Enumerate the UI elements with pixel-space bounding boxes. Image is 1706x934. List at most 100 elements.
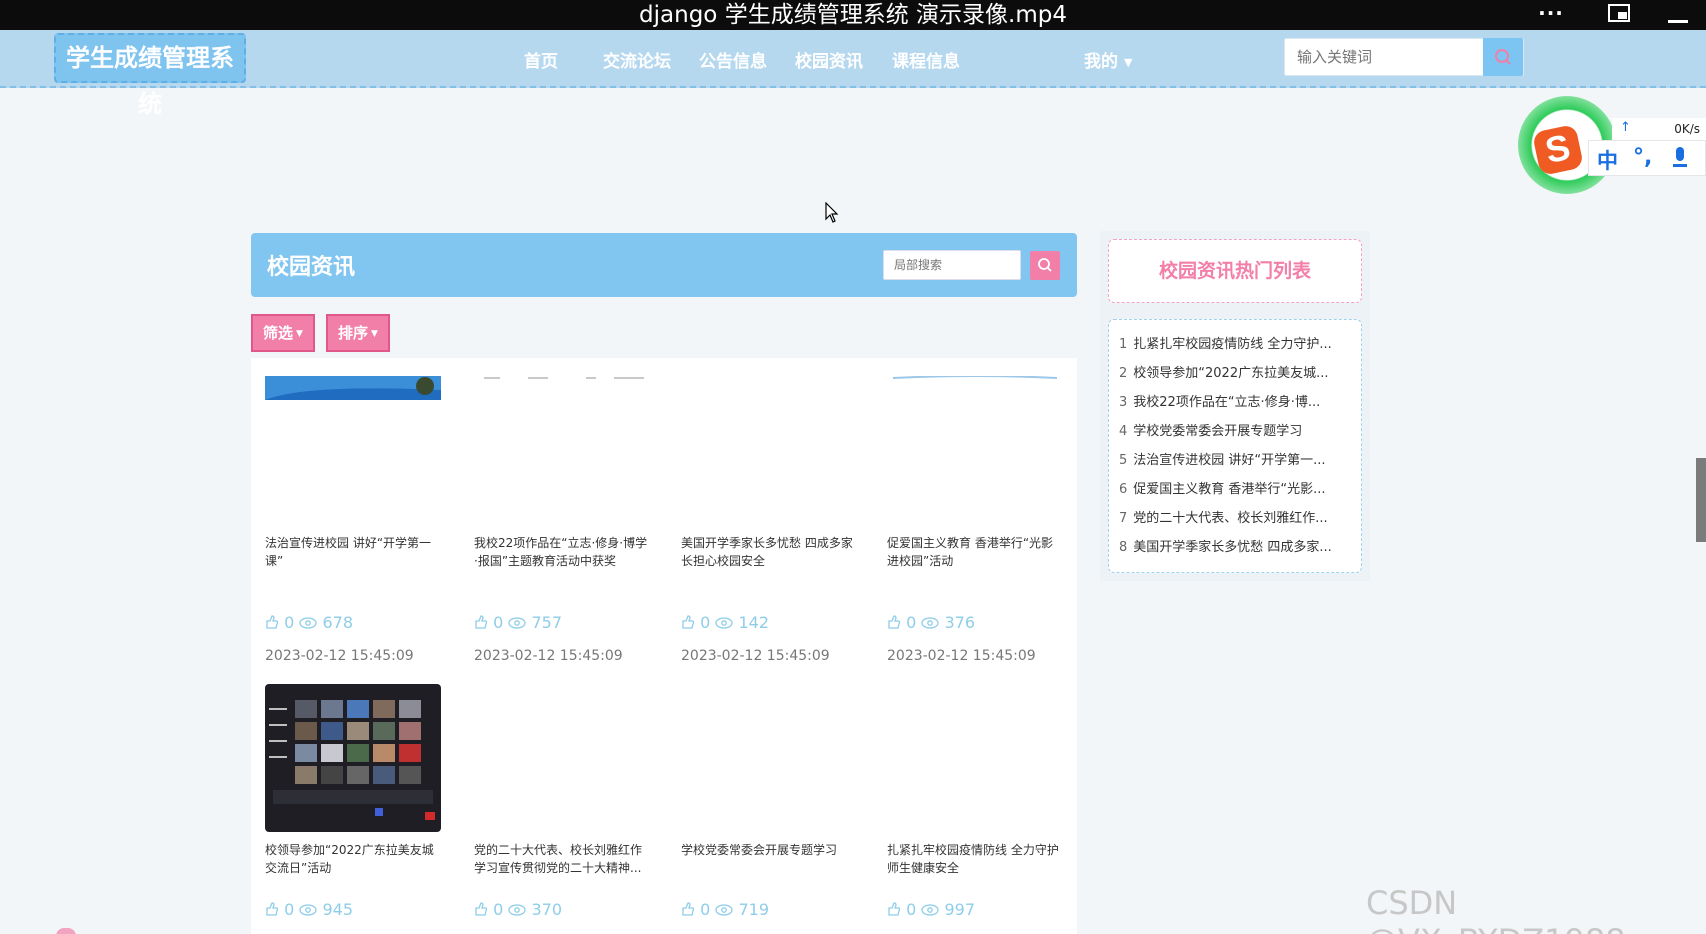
hot-list-item[interactable]: 2 校领导参加“2022广东拉美友城...	[1119, 359, 1351, 388]
eye-icon	[715, 902, 734, 921]
thumbs-up-icon[interactable]	[887, 614, 901, 634]
view-count: 757	[531, 613, 563, 632]
news-thumbnail[interactable]	[887, 684, 1063, 832]
nav-announcements[interactable]: 公告信息	[699, 47, 767, 72]
hot-item-text: 党的二十大代表、校长刘雅红作...	[1133, 511, 1328, 526]
view-count: 945	[322, 900, 354, 919]
view-count: 370	[531, 900, 563, 919]
floating-tab-edge[interactable]	[56, 928, 76, 934]
thumbs-up-icon[interactable]	[681, 614, 695, 634]
hot-list-item[interactable]: 7 党的二十大代表、校长刘雅红作...	[1119, 504, 1351, 533]
eye-icon	[508, 902, 527, 921]
news-title[interactable]: 美国开学季家长多忧愁 四成多家长担心校园安全	[681, 534, 857, 570]
nav-search-input[interactable]	[1285, 39, 1483, 75]
network-speed-value: 0K/s	[1674, 122, 1700, 136]
news-thumbnail[interactable]	[474, 684, 650, 832]
news-thumbnail[interactable]	[265, 376, 441, 516]
news-stats: 0 376	[887, 613, 975, 634]
hot-list-item[interactable]: 6 促爱国主义教育 香港举行“光影...	[1119, 475, 1351, 504]
hot-item-number: 3	[1119, 395, 1128, 410]
news-thumbnail[interactable]	[265, 684, 441, 832]
video-player-titlebar: django 学生成绩管理系统 演示录像.mp4 ···	[0, 0, 1706, 30]
news-title[interactable]: 党的二十大代表、校长刘雅红作学习宣传贯彻党的二十大精神...	[474, 841, 650, 877]
hot-item-text: 学校党委常委会开展专题学习	[1133, 424, 1303, 439]
eye-icon	[921, 615, 940, 634]
eye-icon	[715, 615, 734, 634]
hot-list-item[interactable]: 5 法治宣传进校园 讲好“开学第一...	[1119, 446, 1351, 475]
news-date: 2023-02-12 15:45:09	[474, 648, 623, 664]
news-grid: 法治宣传进校园 讲好“开学第一课” 0 678 2023-02-12 15:45…	[251, 358, 1077, 934]
nav-search-button[interactable]	[1483, 38, 1523, 76]
local-search-input[interactable]	[884, 251, 1020, 279]
thumbs-up-icon[interactable]	[474, 614, 488, 634]
news-thumbnail[interactable]	[887, 376, 1063, 516]
news-title[interactable]: 法治宣传进校园 讲好“开学第一课”	[265, 534, 441, 570]
news-thumbnail[interactable]	[681, 684, 857, 832]
local-search-button[interactable]	[1030, 251, 1060, 280]
hot-item-text: 促爱国主义教育 香港举行“光影...	[1133, 482, 1326, 497]
like-count: 0	[493, 900, 504, 919]
nav-mine-label: 我的	[1084, 52, 1118, 72]
hot-list-item[interactable]: 1 扎紧扎牢校园疫情防线 全力守护...	[1119, 330, 1351, 359]
nav-search-box	[1284, 38, 1524, 76]
eye-icon	[921, 902, 940, 921]
news-stats: 0 142	[681, 613, 769, 634]
site-logo[interactable]: 学生成绩管理系统	[54, 33, 246, 118]
nav-home[interactable]: 首页	[524, 47, 558, 72]
news-title[interactable]: 扎紧扎牢校园疫情防线 全力守护师生健康安全	[887, 841, 1063, 877]
more-options-icon[interactable]: ···	[1536, 0, 1566, 30]
news-thumbnail[interactable]	[474, 376, 650, 516]
ime-language-toggle[interactable]: 中	[1597, 145, 1618, 175]
thumbs-up-icon[interactable]	[681, 901, 695, 921]
csdn-watermark: CSDN @VX_BYDZ1988	[1366, 884, 1626, 934]
filter-button[interactable]: 筛选 ▼	[251, 314, 315, 352]
hot-item-number: 6	[1119, 482, 1128, 497]
nav-courses[interactable]: 课程信息	[892, 47, 960, 72]
view-count: 719	[738, 900, 770, 919]
news-title[interactable]: 促爱国主义教育 香港举行“光影进校园”活动	[887, 534, 1063, 570]
section-title: 校园资讯	[267, 255, 356, 280]
like-count: 0	[700, 613, 711, 632]
eye-icon	[299, 902, 318, 921]
caret-down-icon: ▼	[296, 328, 303, 339]
thumbs-up-icon[interactable]	[265, 901, 279, 921]
thumbs-up-icon[interactable]	[887, 901, 901, 921]
hot-item-text: 美国开学季家长多忧愁 四成多家...	[1133, 540, 1332, 555]
like-count: 0	[493, 613, 504, 632]
view-count: 678	[322, 613, 354, 632]
page-scrollbar-thumb[interactable]	[1696, 458, 1706, 542]
news-thumbnail[interactable]	[681, 376, 857, 516]
nav-forum[interactable]: 交流论坛	[603, 47, 671, 72]
filter-label: 筛选	[263, 324, 294, 342]
nav-mine[interactable]: 我的 ▼	[1084, 47, 1132, 72]
search-icon	[1495, 49, 1511, 65]
mouse-cursor-icon	[825, 202, 839, 223]
hot-list: 1 扎紧扎牢校园疫情防线 全力守护... 2 校领导参加“2022广东拉美友城...…	[1108, 319, 1362, 573]
hot-list-title: 校园资讯热门列表	[1108, 239, 1362, 303]
sort-button[interactable]: 排序 ▼	[326, 314, 390, 352]
eye-icon	[508, 615, 527, 634]
thumbs-up-icon[interactable]	[474, 901, 488, 921]
like-count: 0	[906, 613, 917, 632]
hot-list-item[interactable]: 3 我校22项作品在“立志·修身·博...	[1119, 388, 1351, 417]
minimize-icon[interactable]	[1666, 0, 1690, 30]
chevron-down-icon: ▼	[1124, 55, 1133, 69]
like-count: 0	[284, 900, 295, 919]
news-stats: 0 678	[265, 613, 353, 634]
ime-widget[interactable]: S ↑ 0K/s 中 °,	[1518, 96, 1706, 196]
section-header: 校园资讯	[251, 233, 1077, 297]
hot-item-text: 校领导参加“2022广东拉美友城...	[1133, 366, 1329, 381]
hot-item-number: 4	[1119, 424, 1128, 439]
thumbs-up-icon[interactable]	[265, 614, 279, 634]
news-title[interactable]: 校领导参加“2022广东拉美友城交流日”活动	[265, 841, 441, 877]
picture-in-picture-icon[interactable]	[1606, 0, 1632, 30]
news-title[interactable]: 学校党委常委会开展专题学习	[681, 841, 857, 859]
news-date: 2023-02-12 15:45:09	[681, 648, 830, 664]
microphone-icon[interactable]	[1673, 147, 1687, 167]
hot-list-item[interactable]: 4 学校党委常委会开展专题学习	[1119, 417, 1351, 446]
news-title[interactable]: 我校22项作品在“立志·修身·博学·报国”主题教育活动中获奖	[474, 534, 650, 570]
ime-punctuation-toggle[interactable]: °,	[1633, 145, 1652, 170]
hot-list-item[interactable]: 8 美国开学季家长多忧愁 四成多家...	[1119, 533, 1351, 562]
nav-campus-news[interactable]: 校园资讯	[795, 47, 863, 72]
hot-item-number: 7	[1119, 511, 1128, 526]
